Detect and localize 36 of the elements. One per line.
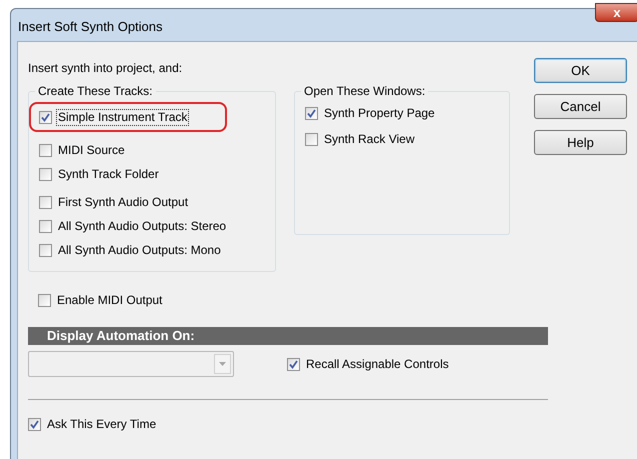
checkbox-label[interactable]: All Synth Audio Outputs: Mono <box>56 242 223 258</box>
checkbox[interactable] <box>39 196 52 208</box>
checkbox-label[interactable]: Simple Instrument Track <box>56 108 190 126</box>
checkbox[interactable] <box>39 110 52 124</box>
close-button[interactable]: x <box>595 3 637 22</box>
window-title: Insert Soft Synth Options <box>18 18 163 36</box>
caret-icon <box>219 362 226 366</box>
check-icon <box>30 420 39 429</box>
check-icon <box>41 112 50 122</box>
checkbox[interactable] <box>305 106 318 120</box>
checkbox[interactable] <box>39 168 52 180</box>
intro-text: Insert synth into project, and: <box>28 60 184 77</box>
checkbox-label[interactable]: MIDI Source <box>56 142 127 158</box>
checkbox[interactable] <box>287 358 300 370</box>
dialog-button[interactable]: Help <box>534 130 627 155</box>
checkbox-label[interactable]: Ask This Every Time <box>45 416 158 433</box>
checkbox[interactable] <box>28 418 41 431</box>
checkbox-label[interactable]: Enable MIDI Output <box>55 292 164 308</box>
group-title: Open These Windows: <box>303 83 426 100</box>
check-icon <box>289 360 298 368</box>
check-icon <box>307 108 316 118</box>
checkbox[interactable] <box>39 244 52 256</box>
checkbox[interactable] <box>39 220 52 232</box>
checkbox[interactable] <box>39 144 52 156</box>
section-header-bar: Display Automation On: <box>28 327 548 345</box>
checkbox[interactable] <box>305 132 318 146</box>
checkbox-label[interactable]: Synth Rack View <box>322 130 416 148</box>
checkbox-label[interactable]: All Synth Audio Outputs: Stereo <box>56 218 228 234</box>
checkbox-label[interactable]: Recall Assignable Controls <box>304 356 451 372</box>
group-title: Create These Tracks: <box>37 83 154 100</box>
dialog-button[interactable]: OK <box>534 58 627 83</box>
checkbox-label[interactable]: Synth Property Page <box>322 104 437 122</box>
dialog-button[interactable]: Cancel <box>534 94 627 119</box>
checkbox-label[interactable]: First Synth Audio Output <box>56 194 190 210</box>
checkbox-label[interactable]: Synth Track Folder <box>56 166 161 182</box>
checkbox[interactable] <box>38 294 51 306</box>
